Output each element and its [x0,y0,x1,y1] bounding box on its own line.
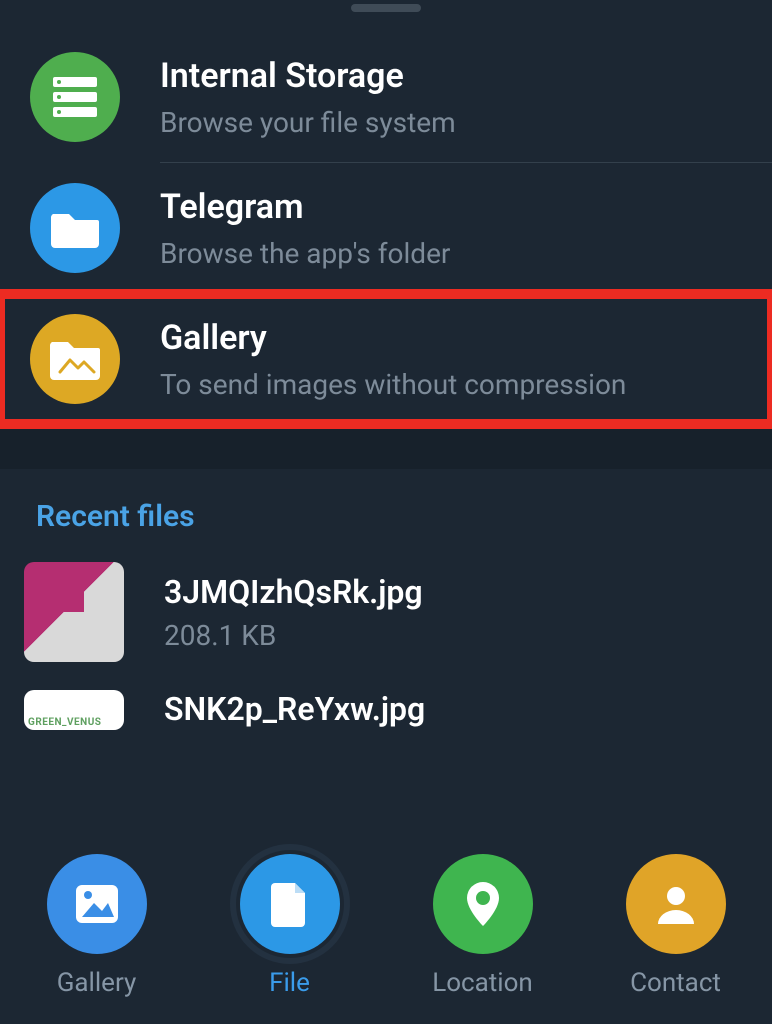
storage-item-subtitle: To send images without compression [160,368,626,401]
tab-label: Gallery [57,968,137,998]
storage-item-title: Gallery [160,318,626,358]
file-thumbnail [24,562,124,662]
tab-label: Contact [630,968,721,998]
storage-source-list: Internal Storage Browse your file system… [0,32,772,424]
recent-files-header: Recent files [0,469,772,554]
storage-item-title: Telegram [160,187,450,227]
storage-item-internal[interactable]: Internal Storage Browse your file system [0,32,772,162]
file-icon [240,854,340,954]
recent-file-item[interactable]: 3JMQIzhQsRk.jpg 208.1 KB [0,554,772,670]
recent-files-list: 3JMQIzhQsRk.jpg 208.1 KB SNK2p_ReYxw.jpg [0,554,772,738]
tab-gallery[interactable]: Gallery [17,854,177,998]
recent-file-text: SNK2p_ReYxw.jpg [164,690,425,728]
recent-file-size: 208.1 KB [164,619,423,652]
recent-file-item[interactable]: SNK2p_ReYxw.jpg [0,670,772,738]
file-thumbnail [24,690,124,730]
folder-icon [30,183,120,273]
selection-ring-icon [230,844,350,964]
tab-label: Location [432,968,533,998]
storage-item-text: Internal Storage Browse your file system [160,56,456,139]
storage-item-subtitle: Browse your file system [160,106,456,139]
contact-icon [626,854,726,954]
image-folder-icon [30,314,120,404]
attachment-tabbar: Gallery File Location [0,834,772,1024]
tab-label: File [269,968,310,998]
storage-item-text: Telegram Browse the app's folder [160,187,450,270]
drag-handle[interactable] [351,4,421,12]
tab-location[interactable]: Location [403,854,563,998]
recent-file-text: 3JMQIzhQsRk.jpg 208.1 KB [164,573,423,652]
storage-item-subtitle: Browse the app's folder [160,237,450,270]
image-icon [47,854,147,954]
recent-file-name: 3JMQIzhQsRk.jpg [164,573,423,611]
storage-item-telegram[interactable]: Telegram Browse the app's folder [0,163,772,293]
section-spacer [0,424,772,469]
file-picker-panel: Internal Storage Browse your file system… [0,0,772,1024]
storage-item-gallery[interactable]: Gallery To send images without compressi… [0,294,772,424]
storage-item-text: Gallery To send images without compressi… [160,318,626,401]
tab-contact[interactable]: Contact [596,854,756,998]
location-icon [433,854,533,954]
storage-item-title: Internal Storage [160,56,456,96]
recent-file-name: SNK2p_ReYxw.jpg [164,690,425,728]
tab-file[interactable]: File [210,854,370,998]
storage-icon [30,52,120,142]
